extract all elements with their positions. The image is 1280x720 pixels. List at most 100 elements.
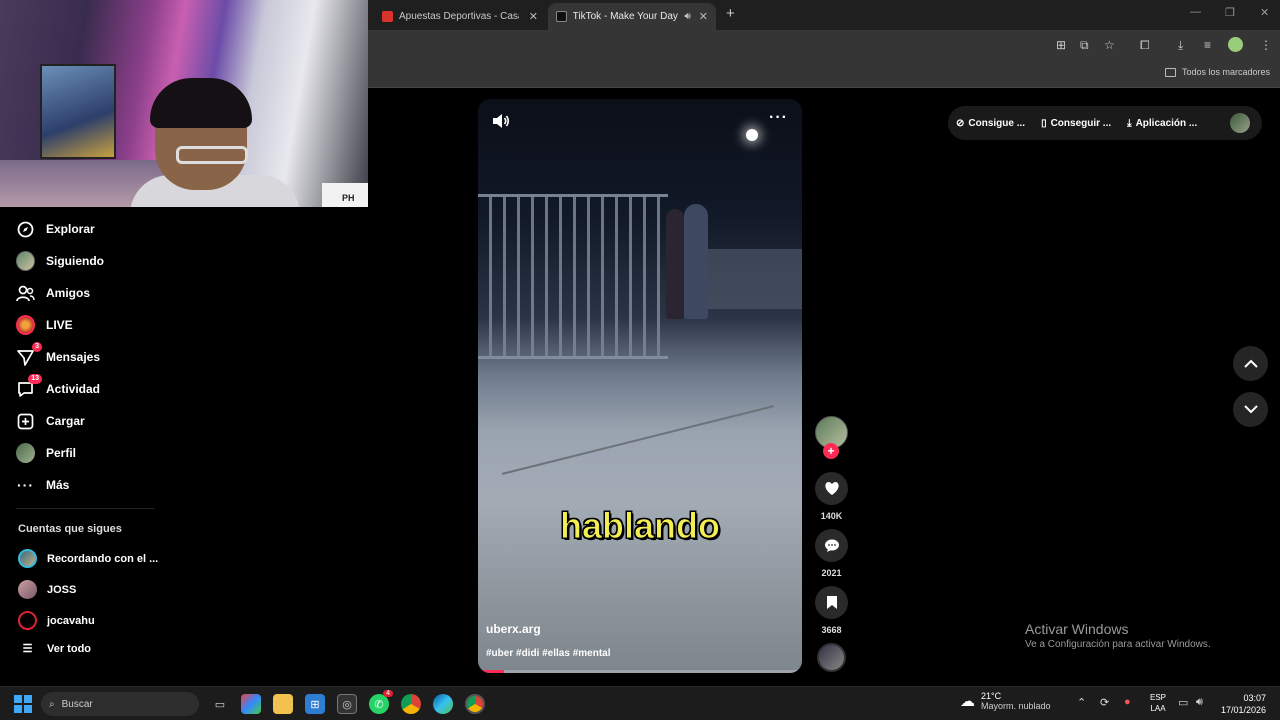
windows-start-icon[interactable]	[14, 695, 32, 713]
tab-label: TikTok - Make Your Day	[572, 11, 678, 22]
sidebar-item-explorar[interactable]: Explorar	[16, 218, 95, 240]
avatar	[18, 611, 37, 630]
avatar-icon	[16, 251, 35, 271]
get-app-button[interactable]: ▯ Conseguir ...	[1041, 118, 1111, 129]
bookmarks-bar: Todos los marcadores	[368, 60, 1280, 88]
following-item[interactable]: jocavahu	[18, 611, 95, 630]
chrome-icon[interactable]	[401, 694, 421, 714]
store-icon[interactable]: ⊞	[305, 694, 325, 714]
translate-icon[interactable]: ⊞	[1056, 38, 1066, 52]
profile-icon	[16, 443, 35, 463]
following-name: JOSS	[47, 583, 77, 596]
gaming-app-icon[interactable]: ◎	[337, 694, 357, 714]
taskbar: ⌕ Buscar ▭ ⊞ ◎ ✆ 4 ☁ 21°C Mayorm. nublado…	[0, 686, 1280, 720]
more-options-icon[interactable]: ···	[769, 109, 788, 127]
watermark-line2: Ve a Configuración para activar Windows.	[1025, 639, 1211, 650]
copilot-icon[interactable]	[241, 694, 261, 714]
sidebar-item-mas[interactable]: ··· Más	[16, 474, 69, 496]
street-light-image	[746, 129, 758, 141]
following-name: Recordando con el ...	[47, 552, 159, 565]
person-image	[684, 204, 708, 319]
system-clock[interactable]: 03:07 17/01/2026	[1221, 692, 1266, 716]
video-hashtags[interactable]: #uber #didi #ellas #mental	[486, 648, 611, 659]
all-bookmarks[interactable]: Todos los marcadores	[1164, 67, 1270, 77]
file-explorer-icon[interactable]	[273, 694, 293, 714]
sync-icon[interactable]: ⟳	[1100, 696, 1109, 709]
task-view-icon[interactable]: ▭	[210, 694, 230, 714]
edge-icon[interactable]	[433, 694, 453, 714]
pavement-crack-image	[501, 405, 775, 475]
more-icon: ···	[17, 477, 34, 493]
sidebar-item-perfil[interactable]: Perfil	[16, 442, 76, 464]
get-coins-button[interactable]: ⊘ Consigue ...	[956, 118, 1025, 129]
extensions-icon[interactable]: ⧠	[1140, 38, 1150, 53]
video-caption: hablando	[560, 505, 721, 547]
video-author[interactable]: uberx.arg	[486, 622, 541, 636]
next-video-button[interactable]	[1233, 392, 1268, 427]
language-indicator[interactable]: ESP LAA	[1150, 692, 1166, 714]
microphone-icon[interactable]: ●	[1124, 696, 1131, 708]
profile-avatar[interactable]	[1228, 37, 1243, 52]
weather-widget[interactable]: ☁ 21°C Mayorm. nublado	[960, 691, 1051, 711]
whatsapp-icon[interactable]: ✆ 4	[369, 690, 393, 714]
messages-badge: 3	[32, 341, 42, 352]
close-icon[interactable]: ✕	[699, 10, 708, 23]
video-player[interactable]: ··· hablando uberx.arg #uber #didi #ella…	[478, 99, 802, 673]
sidebar-item-siguiendo[interactable]: Siguiendo	[16, 250, 104, 272]
restore-icon[interactable]: ❐	[1225, 6, 1235, 19]
music-disc-icon[interactable]	[817, 643, 846, 672]
cloud-icon: ☁	[960, 693, 975, 710]
minimize-icon[interactable]: —	[1190, 6, 1201, 18]
sidebar-item-amigos[interactable]: Amigos	[16, 282, 90, 304]
sidebar-item-actividad[interactable]: 13 Actividad	[16, 373, 100, 400]
close-window-icon[interactable]: ✕	[1260, 6, 1269, 19]
activity-badge: 13	[28, 373, 42, 384]
folder-icon	[1164, 67, 1176, 77]
like-action[interactable]: 140K	[815, 472, 848, 521]
lang-secondary: LAA	[1150, 704, 1166, 713]
network-icon[interactable]: ▭	[1178, 696, 1188, 709]
user-avatar[interactable]	[1230, 113, 1250, 133]
speaker-icon[interactable]: 🔊︎	[684, 11, 690, 22]
sidebar-item-label: Siguiendo	[46, 254, 104, 268]
new-tab-button[interactable]: +	[726, 5, 735, 22]
video-progress-bar[interactable]	[478, 670, 802, 673]
whatsapp-badge: 4	[383, 690, 393, 697]
cast-icon[interactable]: ⧉	[1080, 38, 1089, 53]
address-bar: ⊞ ⧉ ☆ ⧠ ⤓ ≡ ⋮	[368, 30, 1280, 60]
close-icon[interactable]: ✕	[529, 10, 538, 23]
box-label: PH	[322, 183, 368, 207]
following-item[interactable]: JOSS	[18, 580, 76, 599]
tab-tiktok[interactable]: TikTok - Make Your Day 🔊︎ ✕	[548, 3, 716, 30]
pill-label: Aplicación ...	[1135, 117, 1198, 129]
bookmark-star-icon[interactable]: ☆	[1104, 38, 1115, 52]
following-name: jocavahu	[47, 614, 95, 627]
following-title: Cuentas que sigues	[18, 523, 122, 535]
following-item[interactable]: Recordando con el ...	[18, 549, 158, 568]
download-icon[interactable]: ⤓	[1178, 38, 1183, 53]
previous-video-button[interactable]	[1233, 346, 1268, 381]
media-control-icon[interactable]: ≡	[1204, 38, 1211, 52]
volume-icon[interactable]: 🔊︎	[1196, 696, 1203, 709]
heart-icon[interactable]	[815, 472, 848, 505]
follow-plus-button[interactable]: +	[823, 443, 839, 459]
person-glasses	[176, 146, 248, 164]
menu-icon[interactable]: ⋮	[1260, 38, 1272, 52]
comment-count: 2021	[821, 568, 842, 578]
taskbar-search[interactable]: ⌕ Buscar	[41, 692, 199, 716]
chrome-profile-icon[interactable]	[465, 694, 485, 714]
comment-icon[interactable]	[815, 529, 848, 562]
sidebar-item-live[interactable]: LIVE	[16, 314, 73, 336]
betting-favicon-icon	[382, 11, 393, 22]
chevron-up-icon[interactable]: ⌃	[1077, 696, 1086, 709]
save-action[interactable]: 3668	[815, 586, 848, 635]
pill-label: Consigue ...	[968, 117, 1026, 129]
sidebar-item-mensajes[interactable]: 3 Mensajes	[16, 341, 100, 368]
comment-action[interactable]: 2021	[815, 529, 848, 578]
desktop-app-button[interactable]: ⤓ Aplicación ...	[1127, 118, 1197, 129]
tab-apuestas[interactable]: Apuestas Deportivas - Casa de ✕	[374, 3, 546, 30]
see-all-link[interactable]: ☰ Ver todo	[18, 642, 91, 656]
bookmark-icon[interactable]	[815, 586, 848, 619]
volume-icon[interactable]	[492, 113, 510, 134]
sidebar-item-cargar[interactable]: Cargar	[16, 410, 85, 432]
